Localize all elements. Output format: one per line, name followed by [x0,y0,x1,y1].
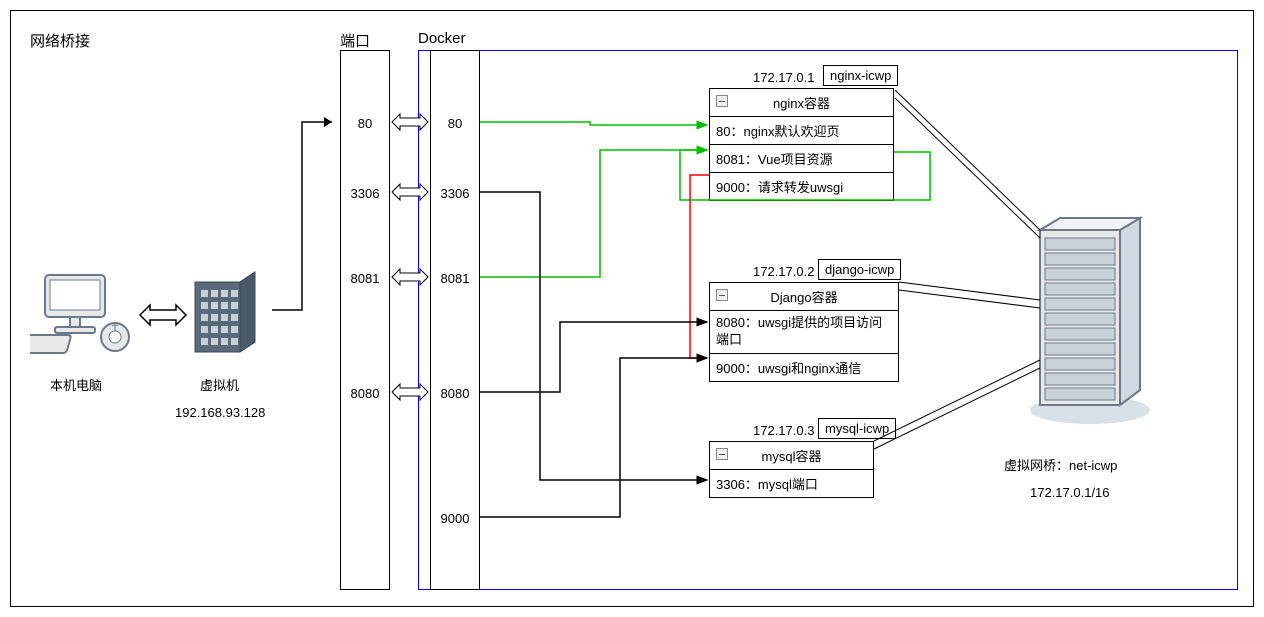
nginx-row-2: 9000：请求转发uwsgi [710,173,893,200]
mysql-name-tag: mysql-icwp [818,418,896,439]
bridge-label: 网络桥接 [30,30,90,51]
django-title: Django容器 [710,283,898,311]
port-left-1: 3306 [341,186,389,201]
vm-ip: 192.168.93.128 [175,405,265,420]
port-right-0: 80 [431,116,479,131]
port-right-1: 3306 [431,186,479,201]
django-container: Django容器 8080：uwsgi提供的项目访问端口 9000：uwsgi和… [709,282,899,382]
mysql-row-0: 3306：mysql端口 [710,470,873,497]
bridge-name: 虚拟网桥：net-icwp [1004,455,1117,474]
mysql-title: mysql容器 [710,442,873,470]
nginx-row-1: 8081：Vue项目资源 [710,145,893,173]
collapse-icon[interactable] [716,448,728,460]
nginx-row-0: 80：nginx默认欢迎页 [710,117,893,145]
local-pc-label: 本机电脑 [50,375,102,394]
nginx-name-tag: nginx-icwp [823,65,898,86]
port-right-3: 8080 [431,386,479,401]
django-name-tag: django-icwp [818,259,901,280]
nginx-container: nginx容器 80：nginx默认欢迎页 8081：Vue项目资源 9000：… [709,88,894,201]
collapse-icon[interactable] [716,289,728,301]
vm-label: 虚拟机 [200,375,239,394]
django-row-1: 9000：uwsgi和nginx通信 [710,354,898,381]
collapse-icon[interactable] [716,95,728,107]
django-row-0: 8080：uwsgi提供的项目访问端口 [710,311,898,354]
mysql-container: mysql容器 3306：mysql端口 [709,441,874,498]
nginx-ip: 172.17.0.1 [753,70,814,85]
docker-label: Docker [418,30,466,47]
port-left-0: 80 [341,116,389,131]
bridge-cidr: 172.17.0.1/16 [1030,485,1110,500]
port-right-2: 8081 [431,271,479,286]
port-left-2: 8081 [341,271,389,286]
nginx-title: nginx容器 [710,89,893,117]
port-left-3: 8080 [341,386,389,401]
port-label: 端口 [340,30,370,51]
mysql-ip: 172.17.0.3 [753,423,814,438]
django-ip: 172.17.0.2 [753,264,814,279]
diagram-canvas: 网络桥接 端口 Docker 本机电脑 虚拟机 192.168.93.128 8… [0,0,1264,617]
port-column-right: 80 3306 8081 8080 9000 [430,50,480,590]
port-column-left: 80 3306 8081 8080 [340,50,390,590]
port-right-4: 9000 [431,511,479,526]
